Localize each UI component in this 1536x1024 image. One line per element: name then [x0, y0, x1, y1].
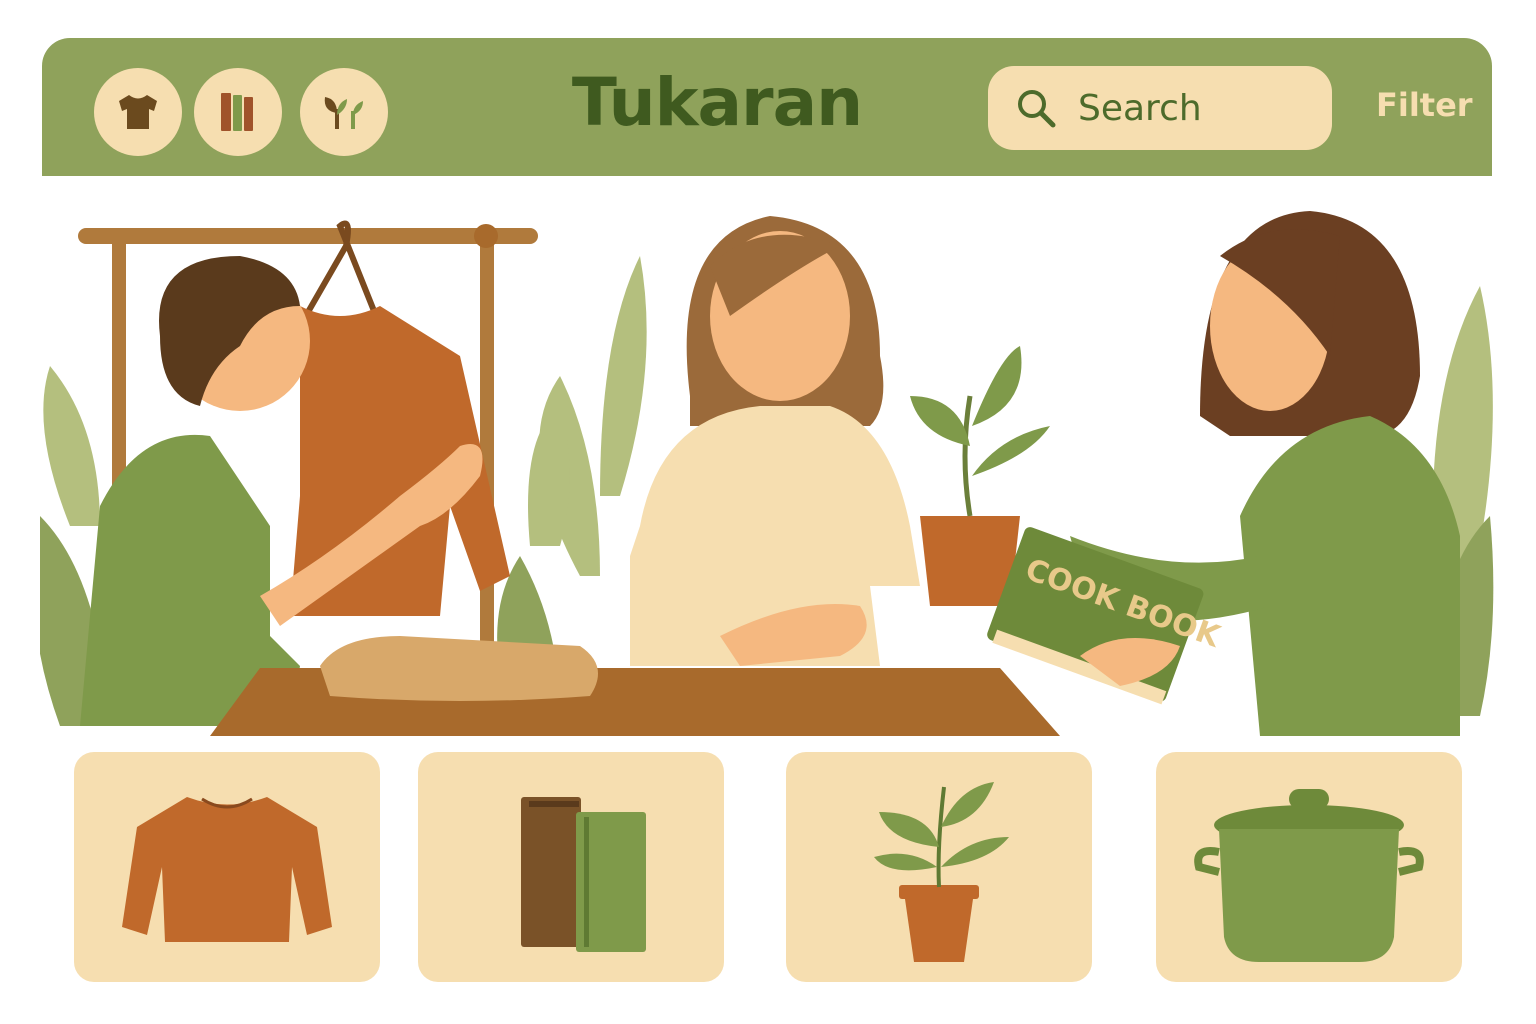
- books-icon: [521, 797, 646, 952]
- search-bar[interactable]: [988, 66, 1332, 150]
- top-navigation-bar: Tukaran Filter: [42, 38, 1492, 176]
- folded-clothes: [320, 636, 598, 701]
- cooking-pot-icon: [1194, 789, 1424, 962]
- shirt-icon: [119, 95, 157, 129]
- books-icon: [221, 93, 253, 131]
- sweater-icon: [122, 797, 332, 942]
- plants-icon: [324, 97, 363, 129]
- woman-center-figure: [630, 216, 920, 666]
- search-input[interactable]: [1076, 86, 1310, 130]
- category-clothing-button[interactable]: [94, 68, 182, 156]
- item-card-cooking-pot[interactable]: [1156, 752, 1462, 982]
- category-books-button[interactable]: [194, 68, 282, 156]
- item-card-sweater[interactable]: [74, 752, 380, 982]
- filter-button[interactable]: Filter: [1376, 86, 1473, 124]
- app-logo-title: Tukaran: [571, 64, 863, 141]
- hero-illustration: COOK BOOK: [40, 211, 1494, 736]
- potted-plant-icon: [874, 782, 1009, 962]
- search-icon: [1018, 90, 1056, 128]
- category-plants-button[interactable]: [300, 68, 388, 156]
- item-card-books[interactable]: [418, 752, 724, 982]
- item-card-plant[interactable]: [786, 752, 1092, 982]
